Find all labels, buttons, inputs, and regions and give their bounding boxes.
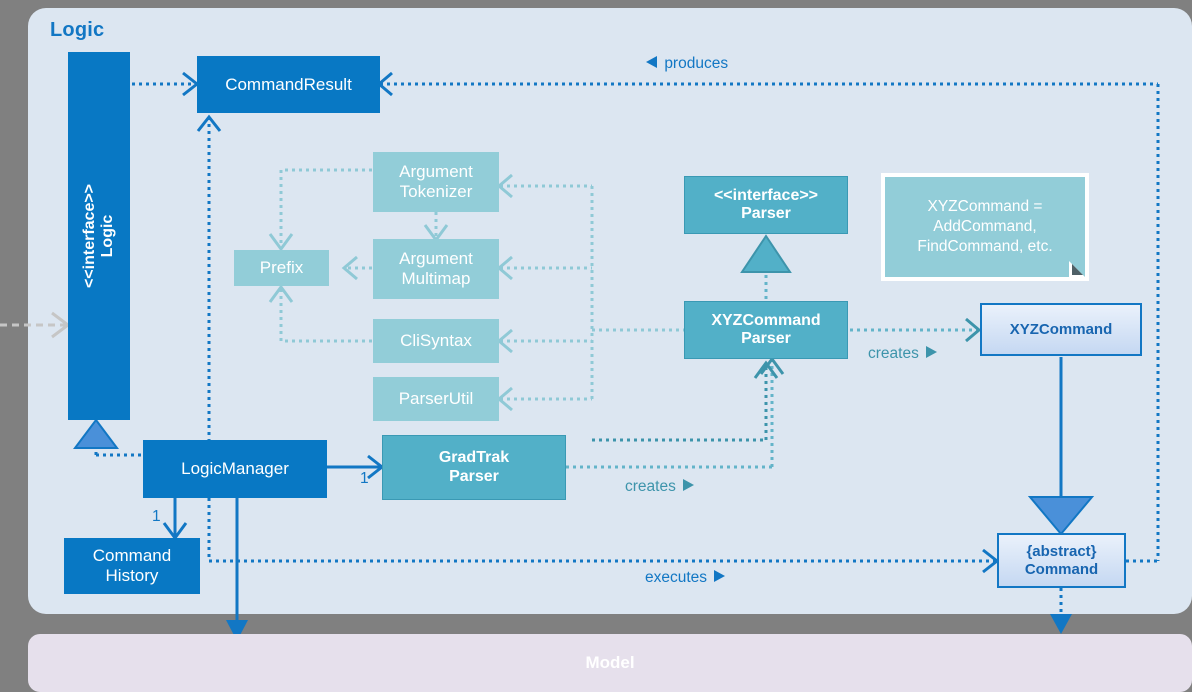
command-history-line1: Command: [92, 546, 172, 566]
logic-interface-name: Logic: [99, 214, 116, 258]
edge-label-produces: produces: [644, 54, 728, 73]
node-parser-interface[interactable]: <<interface>> Parser: [684, 176, 848, 234]
argument-tokenizer-line1: Argument: [399, 162, 473, 182]
prefix-label: Prefix: [259, 258, 304, 278]
node-prefix[interactable]: Prefix: [234, 250, 329, 286]
gradtrak-parser-line2: Parser: [449, 467, 499, 485]
model-package-panel: Model: [28, 634, 1192, 692]
node-logic-interface[interactable]: <<interface>> Logic: [68, 52, 130, 420]
node-argument-multimap[interactable]: Argument Multimap: [373, 239, 499, 299]
creates-parser-text: creates: [868, 345, 919, 362]
note-xyz-command: XYZCommand = AddCommand, FindCommand, et…: [881, 173, 1089, 281]
argument-multimap-line2: Multimap: [401, 269, 471, 288]
triangle-left-icon: [646, 56, 657, 68]
note-line2: AddCommand,: [933, 217, 1037, 235]
xyz-command-parser-line2: Parser: [741, 330, 791, 347]
cli-syntax-label: CliSyntax: [400, 331, 472, 351]
argument-multimap-line1: Argument: [399, 249, 473, 269]
multiplicity-gradtrak-parser: 1: [360, 470, 369, 487]
note-line3: FindCommand, etc.: [917, 238, 1053, 256]
node-command-result[interactable]: CommandResult: [197, 56, 380, 113]
multiplicity-command-history: 1: [152, 508, 161, 525]
edge-label-creates-gradtrak: creates: [625, 477, 696, 496]
logic-interface-text: <<interface>> Logic: [81, 184, 117, 288]
executes-text: executes: [645, 569, 708, 586]
produces-text: produces: [664, 55, 729, 72]
triangle-right-icon: [926, 346, 938, 358]
logic-manager-label: LogicManager: [181, 459, 289, 479]
abstract-command-line2: Command: [1024, 560, 1099, 578]
node-gradtrak-parser[interactable]: GradTrak Parser: [382, 435, 566, 500]
logic-interface-stereotype: <<interface>>: [81, 183, 98, 289]
command-result-label: CommandResult: [225, 74, 352, 94]
edge-label-executes: executes: [645, 568, 727, 587]
node-xyz-command[interactable]: XYZCommand: [980, 303, 1142, 356]
note-line1: XYZCommand =: [927, 197, 1043, 215]
node-parser-util[interactable]: ParserUtil: [373, 377, 499, 421]
xyz-command-parser-line1: XYZCommand: [711, 311, 821, 329]
gradtrak-parser-line1: GradTrak: [438, 449, 510, 467]
triangle-right-icon-3: [714, 570, 726, 582]
node-argument-tokenizer[interactable]: Argument Tokenizer: [373, 152, 499, 212]
command-history-line2: History: [105, 566, 159, 585]
node-logic-manager[interactable]: LogicManager: [143, 440, 327, 498]
model-package-title: Model: [585, 653, 635, 672]
argument-tokenizer-line2: Tokenizer: [399, 182, 473, 201]
creates-gradtrak-text: creates: [625, 478, 676, 495]
node-xyz-command-parser[interactable]: XYZCommand Parser: [684, 301, 848, 359]
node-cli-syntax[interactable]: CliSyntax: [373, 319, 499, 363]
edge-label-creates-parser: creates: [868, 344, 939, 363]
parser-interface-stereotype: <<interface>>: [713, 186, 819, 204]
node-command-history[interactable]: Command History: [64, 538, 200, 594]
triangle-right-icon-2: [683, 479, 695, 491]
parser-util-label: ParserUtil: [398, 389, 474, 409]
abstract-command-line1: {abstract}: [1026, 543, 1097, 561]
parser-interface-name: Parser: [741, 205, 791, 222]
note-fold-shadow-icon: [1072, 264, 1083, 275]
xyz-command-label: XYZCommand: [1009, 320, 1113, 338]
node-abstract-command[interactable]: {abstract} Command: [997, 533, 1126, 588]
